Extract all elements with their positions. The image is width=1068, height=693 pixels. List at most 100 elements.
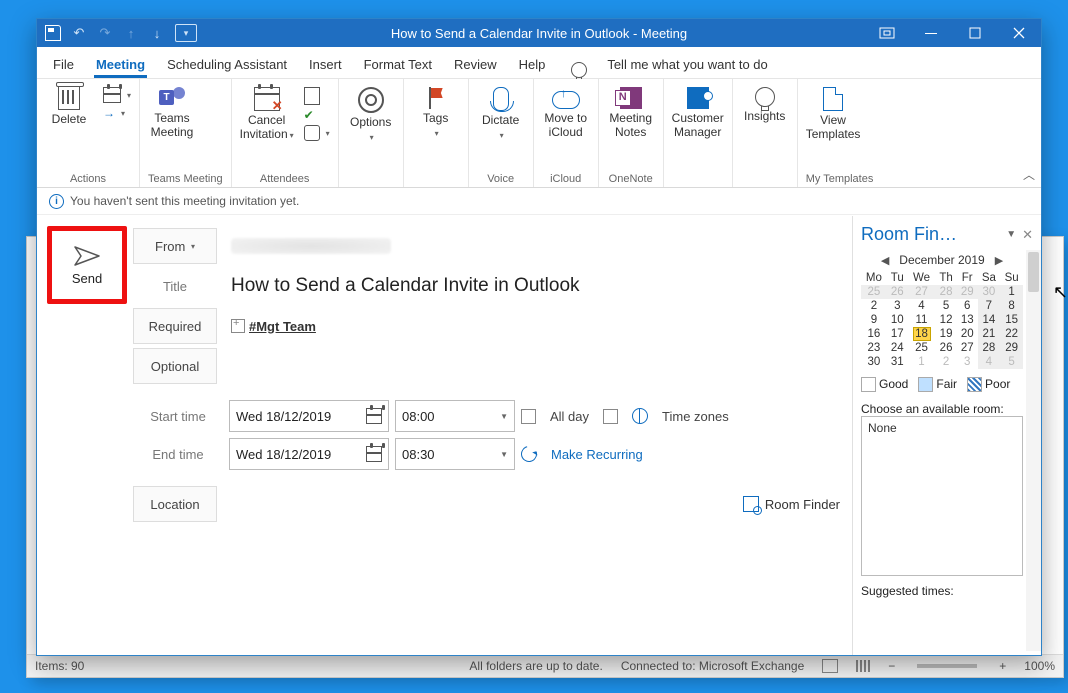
calendar-day[interactable]: 9 bbox=[861, 313, 887, 327]
tab-file[interactable]: File bbox=[51, 51, 76, 78]
calendar-day[interactable]: 21 bbox=[978, 327, 1001, 341]
calendar-day[interactable]: 26 bbox=[887, 285, 908, 299]
calendar-day[interactable]: 19 bbox=[935, 327, 957, 341]
calendar-day[interactable]: 3 bbox=[887, 299, 908, 313]
calendar-icon[interactable] bbox=[366, 446, 382, 462]
insights-button[interactable]: Insights bbox=[741, 83, 789, 123]
ribbon-display-icon[interactable] bbox=[865, 19, 909, 47]
calendar-day[interactable]: 25 bbox=[861, 285, 887, 299]
calendar-day[interactable]: 2 bbox=[861, 299, 887, 313]
calendar-day[interactable]: 30 bbox=[978, 285, 1001, 299]
calendar-day[interactable]: 28 bbox=[978, 341, 1001, 355]
calendar-day[interactable]: 10 bbox=[887, 313, 908, 327]
end-date-input[interactable]: Wed 18/12/2019 bbox=[229, 438, 389, 470]
calendar-day[interactable]: 28 bbox=[935, 285, 957, 299]
prev-month-icon[interactable]: ◀ bbox=[881, 254, 889, 267]
calendar-day[interactable]: 26 bbox=[935, 341, 957, 355]
redo-icon[interactable]: ↷ bbox=[97, 25, 113, 41]
tab-review[interactable]: Review bbox=[452, 51, 499, 78]
required-input[interactable]: #Mgt Team bbox=[223, 306, 840, 346]
time-zones-checkbox[interactable] bbox=[603, 409, 618, 424]
calendar-day[interactable]: 17 bbox=[887, 327, 908, 341]
calendar-day[interactable]: 29 bbox=[957, 285, 978, 299]
chevron-down-icon[interactable]: ▼ bbox=[500, 450, 508, 459]
close-pane-icon[interactable]: ✕ bbox=[1022, 227, 1033, 243]
optional-button[interactable]: Optional bbox=[133, 348, 217, 384]
calendar-day[interactable]: 25 bbox=[908, 341, 936, 355]
calendar-day[interactable]: 1 bbox=[1000, 285, 1023, 299]
end-time-input[interactable]: 08:30▼ bbox=[395, 438, 515, 470]
room-finder-button[interactable]: Room Finder bbox=[743, 496, 840, 512]
view-templates-button[interactable]: ViewTemplates bbox=[806, 83, 861, 141]
calendar-day[interactable]: 1 bbox=[908, 355, 936, 369]
address-book-button[interactable] bbox=[304, 87, 330, 105]
from-button[interactable]: From ▾ bbox=[133, 228, 217, 264]
calendar-day[interactable]: 3 bbox=[957, 355, 978, 369]
tab-scheduling-assistant[interactable]: Scheduling Assistant bbox=[165, 51, 289, 78]
response-options-button[interactable]: ▾ bbox=[304, 125, 330, 141]
tab-insert[interactable]: Insert bbox=[307, 51, 344, 78]
calendar-day[interactable]: 5 bbox=[935, 299, 957, 313]
calendar-day[interactable]: 20 bbox=[957, 327, 978, 341]
teams-meeting-button[interactable]: TTeamsMeeting bbox=[148, 83, 196, 139]
calendar-day[interactable]: 5 bbox=[1000, 355, 1023, 369]
dictate-button[interactable]: Dictate▾ bbox=[477, 83, 525, 143]
calendar-day[interactable]: 24 bbox=[887, 341, 908, 355]
calendar-day[interactable]: 11 bbox=[908, 313, 936, 327]
qat-customize-icon[interactable]: ▾ bbox=[175, 24, 197, 42]
customer-manager-button[interactable]: CustomerManager bbox=[672, 83, 724, 139]
pane-options-icon[interactable]: ▼ bbox=[1006, 229, 1016, 240]
tab-format-text[interactable]: Format Text bbox=[362, 51, 434, 78]
calendar-day[interactable]: 15 bbox=[1000, 313, 1023, 327]
options-button[interactable]: Options▾ bbox=[347, 83, 395, 145]
required-button[interactable]: Required bbox=[133, 308, 217, 344]
mini-calendar[interactable]: MoTuWeThFrSaSu25262728293012345678910111… bbox=[861, 271, 1023, 369]
maximize-button[interactable] bbox=[953, 19, 997, 47]
close-button[interactable] bbox=[997, 19, 1041, 47]
check-names-button[interactable]: ✔ bbox=[304, 108, 330, 122]
calendar-day[interactable]: 16 bbox=[861, 327, 887, 341]
location-button[interactable]: Location bbox=[133, 486, 217, 522]
calendar-day[interactable]: 7 bbox=[978, 299, 1001, 313]
move-to-icloud-button[interactable]: Move toiCloud bbox=[542, 83, 590, 139]
expand-group-icon[interactable] bbox=[231, 319, 245, 333]
calendar-day[interactable]: 14 bbox=[978, 313, 1001, 327]
calendar-day[interactable]: 2 bbox=[935, 355, 957, 369]
calendar-small-button[interactable]: ▾ bbox=[103, 87, 131, 103]
start-date-input[interactable]: Wed 18/12/2019 bbox=[229, 400, 389, 432]
optional-input[interactable] bbox=[223, 346, 840, 386]
view-normal-icon[interactable] bbox=[822, 659, 838, 673]
calendar-day[interactable]: 22 bbox=[1000, 327, 1023, 341]
calendar-day[interactable]: 27 bbox=[908, 285, 936, 299]
start-time-input[interactable]: 08:00▼ bbox=[395, 400, 515, 432]
calendar-day[interactable]: 4 bbox=[908, 299, 936, 313]
send-button[interactable]: Send bbox=[47, 226, 127, 304]
undo-icon[interactable]: ↶ bbox=[71, 25, 87, 41]
calendar-day[interactable]: 18 bbox=[908, 327, 936, 341]
scrollbar[interactable] bbox=[1026, 250, 1041, 651]
calendar-day[interactable]: 8 bbox=[1000, 299, 1023, 313]
up-icon[interactable]: ↑ bbox=[123, 25, 139, 41]
zoom-slider[interactable] bbox=[917, 664, 977, 668]
tags-button[interactable]: Tags▾ bbox=[412, 83, 460, 141]
title-input[interactable]: How to Send a Calendar Invite in Outlook bbox=[223, 266, 840, 306]
calendar-day[interactable]: 4 bbox=[978, 355, 1001, 369]
calendar-day[interactable]: 23 bbox=[861, 341, 887, 355]
delete-button[interactable]: Delete bbox=[45, 83, 93, 126]
calendar-day[interactable]: 29 bbox=[1000, 341, 1023, 355]
next-month-icon[interactable]: ▶ bbox=[995, 254, 1003, 267]
all-day-checkbox[interactable] bbox=[521, 409, 536, 424]
make-recurring-link[interactable]: Make Recurring bbox=[551, 447, 643, 462]
chevron-down-icon[interactable]: ▼ bbox=[500, 412, 508, 421]
down-icon[interactable]: ↓ bbox=[149, 25, 165, 41]
calendar-day[interactable]: 30 bbox=[861, 355, 887, 369]
minimize-button[interactable] bbox=[909, 19, 953, 47]
view-reading-icon[interactable] bbox=[856, 660, 870, 672]
calendar-icon[interactable] bbox=[366, 408, 382, 424]
tab-help[interactable]: Help bbox=[517, 51, 548, 78]
meeting-notes-button[interactable]: MeetingNotes bbox=[607, 83, 655, 139]
calendar-day[interactable]: 6 bbox=[957, 299, 978, 313]
tell-me-search[interactable]: Tell me what you want to do bbox=[605, 51, 769, 78]
forward-small-button[interactable]: →▾ bbox=[103, 106, 131, 120]
room-list[interactable]: None bbox=[861, 416, 1023, 576]
